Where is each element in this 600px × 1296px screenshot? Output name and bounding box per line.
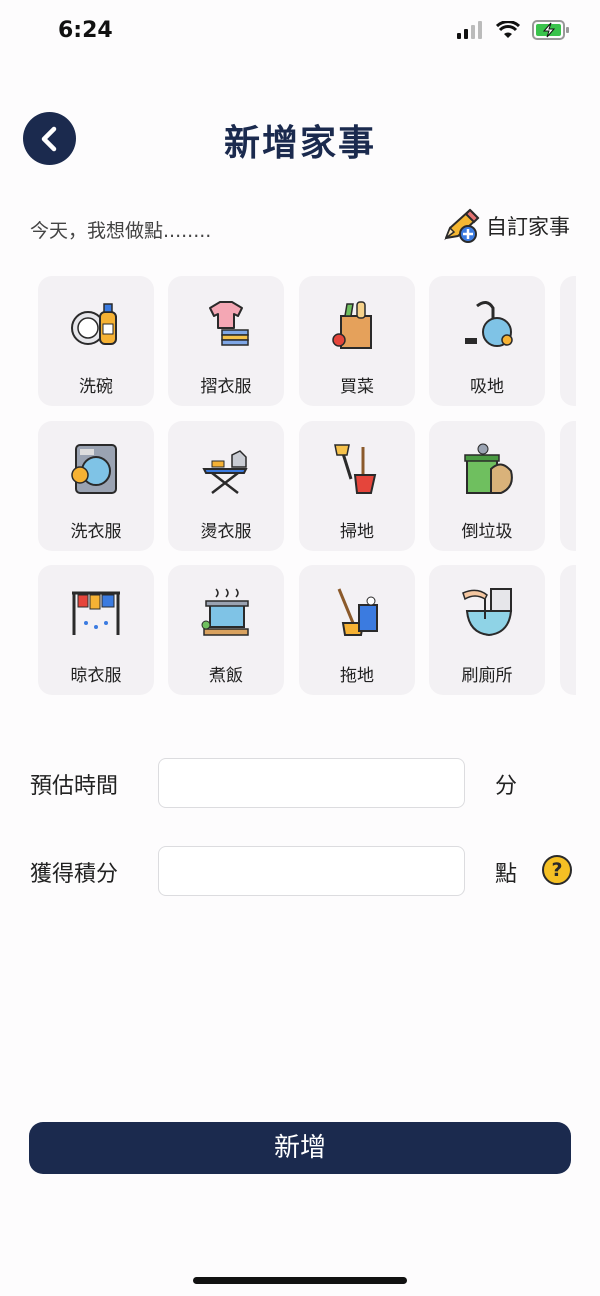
estimated-time-row: 預估時間 分 <box>30 758 570 808</box>
ironing-icon <box>196 439 256 499</box>
chore-tile-label: 倒垃圾 <box>461 522 513 542</box>
prompt-text: 今天，我想做點........ <box>30 220 212 242</box>
chore-tile[interactable]: 燙衣服 <box>168 421 284 551</box>
points-input[interactable] <box>158 846 465 896</box>
cellular-signal-icon <box>457 21 482 39</box>
chore-grid[interactable]: 洗碗 摺衣服 買菜 吸地洗衣服 燙衣服 掃地 倒垃圾晾衣服 煮飯 拖地 刷廁所 <box>38 276 576 696</box>
chore-tile-partial[interactable] <box>560 421 576 551</box>
pencil-add-icon <box>444 208 480 243</box>
chore-tile-label: 吸地 <box>470 377 504 397</box>
points-unit-label: 點 <box>495 862 518 887</box>
estimated-time-label: 預估時間 <box>30 774 119 799</box>
chore-tile-label: 刷廁所 <box>461 666 513 686</box>
chore-tile-label: 掃地 <box>340 522 374 542</box>
status-bar: 6:24 <box>0 0 600 64</box>
chore-tile-label: 燙衣服 <box>200 522 252 542</box>
chore-tile[interactable]: 洗碗 <box>38 276 154 406</box>
vacuum-icon <box>457 294 517 354</box>
help-icon[interactable]: ? <box>542 855 572 885</box>
cooking-pot-icon <box>196 583 256 643</box>
prompt-row: 今天，我想做點........ 自訂家事 <box>30 208 570 248</box>
chore-tile-label: 洗碗 <box>79 377 113 397</box>
chore-tile-label: 晾衣服 <box>70 666 122 686</box>
chore-tile[interactable]: 摺衣服 <box>168 276 284 406</box>
broom-icon <box>327 439 387 499</box>
time-unit-label: 分 <box>495 774 518 799</box>
chore-tile[interactable]: 倒垃圾 <box>429 421 545 551</box>
chore-tile[interactable]: 掃地 <box>299 421 415 551</box>
chore-tile-label: 拖地 <box>340 666 374 686</box>
header: 新增家事 <box>0 100 600 180</box>
chore-tile-label: 買菜 <box>340 377 374 397</box>
submit-button[interactable]: 新增 <box>29 1122 571 1174</box>
hanging-clothes-icon <box>66 583 126 643</box>
chore-tile-label: 煮飯 <box>209 666 243 686</box>
chore-tile[interactable]: 拖地 <box>299 565 415 695</box>
chore-tile[interactable]: 煮飯 <box>168 565 284 695</box>
toilet-cleaning-icon <box>457 583 517 643</box>
custom-chore-label: 自訂家事 <box>486 215 570 239</box>
chore-tile[interactable]: 買菜 <box>299 276 415 406</box>
grocery-icon <box>327 294 387 354</box>
home-indicator <box>193 1277 407 1284</box>
estimated-time-input[interactable] <box>158 758 465 808</box>
points-row: 獲得積分 點 ? <box>30 846 572 896</box>
wifi-icon <box>496 21 520 38</box>
chore-tile-label: 洗衣服 <box>70 522 122 542</box>
chore-tile[interactable]: 晾衣服 <box>38 565 154 695</box>
chore-tile-partial[interactable] <box>560 565 576 695</box>
fold-clothes-icon <box>196 294 256 354</box>
battery-charging-icon <box>532 20 569 40</box>
points-label: 獲得積分 <box>30 862 119 887</box>
chore-tile[interactable]: 刷廁所 <box>429 565 545 695</box>
page-title: 新增家事 <box>223 123 376 164</box>
mop-icon <box>327 583 387 643</box>
custom-chore-button[interactable]: 自訂家事 <box>442 208 570 244</box>
dish-washing-icon <box>66 294 126 354</box>
status-time: 6:24 <box>58 18 113 43</box>
washing-machine-icon <box>66 439 126 499</box>
chore-tile-partial[interactable] <box>560 276 576 406</box>
chore-tile[interactable]: 洗衣服 <box>38 421 154 551</box>
trash-icon <box>457 439 517 499</box>
chore-tile[interactable]: 吸地 <box>429 276 545 406</box>
chore-tile-label: 摺衣服 <box>200 377 252 397</box>
status-icons <box>456 20 570 40</box>
